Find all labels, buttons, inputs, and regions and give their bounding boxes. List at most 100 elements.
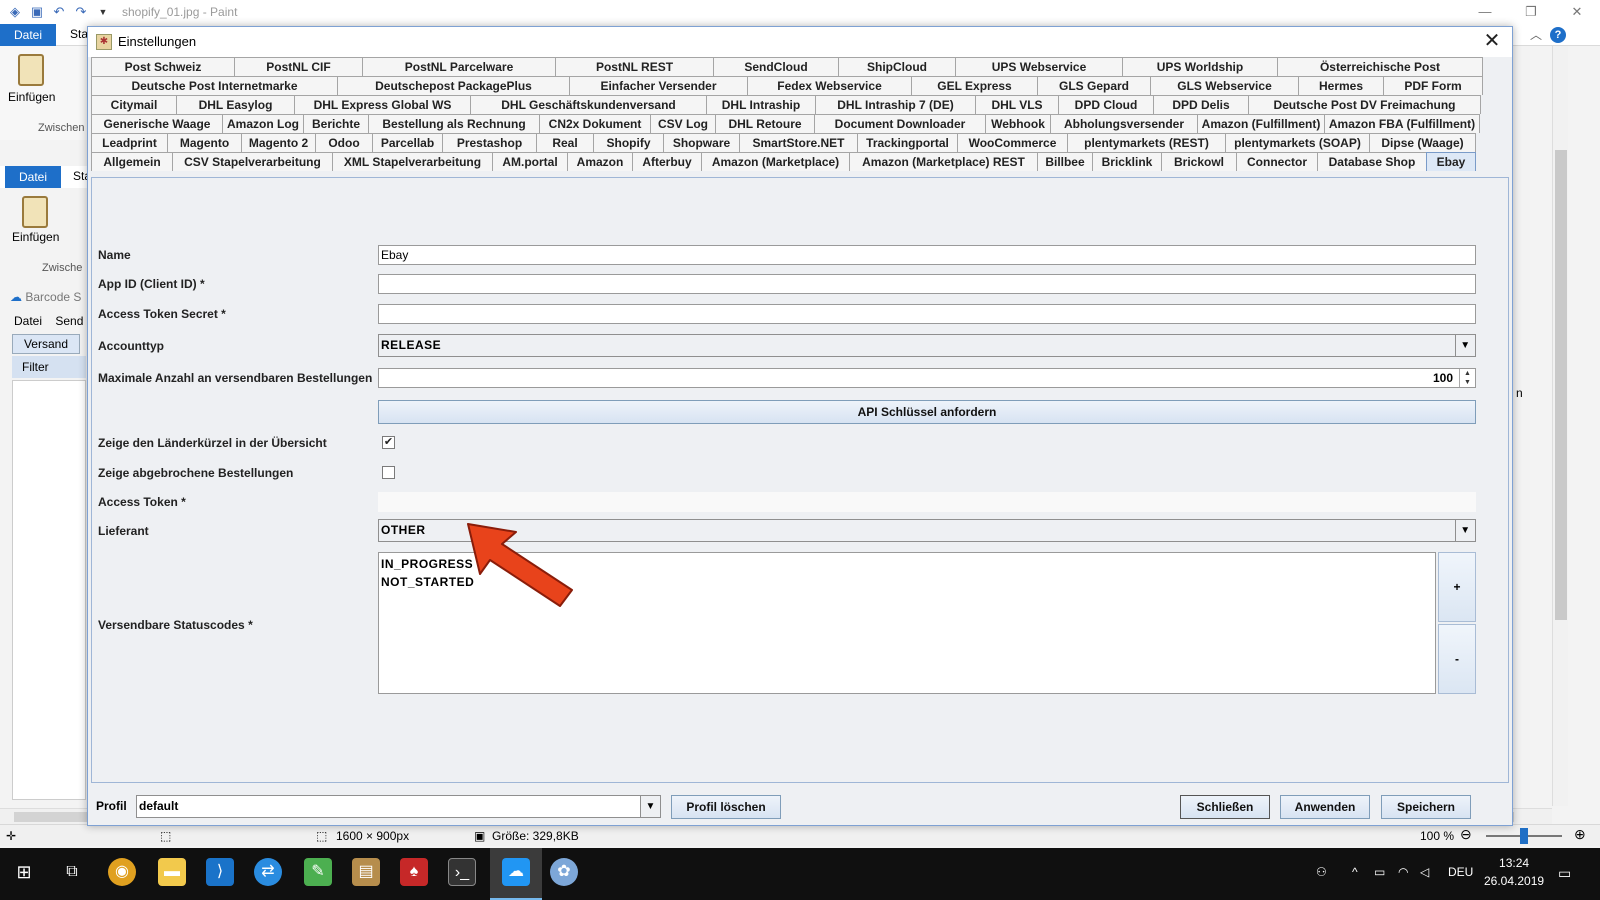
cancelled-orders-checkbox[interactable] [382, 466, 395, 479]
app-id-field[interactable] [378, 274, 1476, 294]
tab-österreichische-post[interactable]: Österreichische Post [1277, 57, 1483, 76]
tab-dhl-retoure[interactable]: DHL Retoure [715, 114, 815, 133]
undo-icon[interactable]: ↶ [52, 5, 66, 19]
archive-icon[interactable]: ▤ [352, 858, 380, 886]
filter-bar[interactable]: Filter [12, 356, 86, 378]
access-token-secret-field[interactable] [378, 304, 1476, 324]
tab-bestellung-als-rechnung[interactable]: Bestellung als Rechnung [368, 114, 540, 133]
zoom-in-icon[interactable]: ⊕ [1574, 826, 1586, 843]
paste-label[interactable]: Einfügen [8, 90, 55, 104]
vertical-scroll-thumb[interactable] [1555, 150, 1567, 620]
tab-prestashop[interactable]: Prestashop [442, 133, 537, 152]
country-code-checkbox[interactable]: ✔ [382, 436, 395, 449]
menu-datei[interactable]: Datei [14, 314, 42, 328]
tab-gls-webservice[interactable]: GLS Webservice [1150, 76, 1299, 95]
chevron-down-icon[interactable]: ▼ [640, 796, 660, 817]
clipboard-icon[interactable] [18, 54, 44, 86]
remove-status-button[interactable]: - [1438, 624, 1476, 694]
paint2-datei-tab[interactable]: Datei [5, 166, 61, 188]
tab-citymail[interactable]: Citymail [91, 95, 177, 114]
file-explorer-icon[interactable]: ▬ [158, 858, 186, 886]
tab-am-portal[interactable]: AM.portal [492, 152, 568, 171]
tab-plentymarkets-rest[interactable]: plentymarkets (REST) [1067, 133, 1226, 152]
tab-postnl-parcelware[interactable]: PostNL Parcelware [362, 57, 556, 76]
tab-brickowl[interactable]: Brickowl [1161, 152, 1237, 171]
tab-ups-webservice[interactable]: UPS Webservice [955, 57, 1123, 76]
clock[interactable]: 13:24 26.04.2019 [1484, 854, 1544, 890]
tab-post-schweiz[interactable]: Post Schweiz [91, 57, 235, 76]
paste2-label[interactable]: Einfügen [12, 230, 59, 244]
close-window-icon[interactable]: ✕ [1554, 0, 1600, 24]
accounttyp-select[interactable]: RELEASE ▼ [378, 334, 1476, 357]
tab-database-shop[interactable]: Database Shop [1317, 152, 1427, 171]
tab-berichte[interactable]: Berichte [303, 114, 369, 133]
help-icon[interactable]: ? [1550, 27, 1566, 43]
tab-amazon-marketplace[interactable]: Amazon (Marketplace) [701, 152, 850, 171]
tab-pdf-form[interactable]: PDF Form [1383, 76, 1483, 95]
terminal-icon[interactable]: ›_ [448, 858, 476, 886]
api-key-request-button[interactable]: API Schlüssel anfordern [378, 400, 1476, 424]
tab-bricklink[interactable]: Bricklink [1092, 152, 1162, 171]
tab-webhook[interactable]: Webhook [985, 114, 1051, 133]
tab-amazon-marketplace-rest[interactable]: Amazon (Marketplace) REST [849, 152, 1038, 171]
tab-dhl-geschäftskundenversand[interactable]: DHL Geschäftskundenversand [470, 95, 707, 114]
barcode-app-taskbar-icon[interactable]: ☁ [502, 858, 530, 886]
tab-generische-waage[interactable]: Generische Waage [91, 114, 223, 133]
paint-datei-tab[interactable]: Datei [0, 24, 56, 46]
tab-ups-worldship[interactable]: UPS Worldship [1122, 57, 1278, 76]
wifi-icon[interactable]: ◠ [1398, 865, 1408, 879]
task-view-icon[interactable]: ⧉ [58, 858, 86, 886]
chevron-down-icon[interactable]: ▼ [1455, 520, 1475, 541]
tab-deutsche-post-internetmarke[interactable]: Deutsche Post Internetmarke [91, 76, 338, 95]
tab-dhl-express-global-ws[interactable]: DHL Express Global WS [294, 95, 471, 114]
tab-einfacher-versender[interactable]: Einfacher Versender [569, 76, 748, 95]
save-icon[interactable]: ▣ [30, 5, 44, 19]
tab-dpd-cloud[interactable]: DPD Cloud [1058, 95, 1154, 114]
paint-start-tab[interactable]: Sta [70, 27, 88, 41]
tab-real[interactable]: Real [536, 133, 594, 152]
tab-plentymarkets-soap[interactable]: plentymarkets (SOAP) [1225, 133, 1370, 152]
tab-shipcloud[interactable]: ShipCloud [838, 57, 956, 76]
chrome-icon[interactable]: ◉ [108, 858, 136, 886]
tab-csv-stapelverarbeitung[interactable]: CSV Stapelverarbeitung [172, 152, 333, 171]
spinner-arrows-icon[interactable]: ▲ ▼ [1459, 369, 1475, 387]
max-orders-spinner[interactable]: 100 ▲ ▼ [378, 368, 1476, 388]
tab-billbee[interactable]: Billbee [1037, 152, 1093, 171]
access-token-field[interactable] [378, 492, 1476, 512]
tab-leadprint[interactable]: Leadprint [91, 133, 168, 152]
tab-deutsche-post-dv-freimachung[interactable]: Deutsche Post DV Freimachung [1248, 95, 1481, 114]
tab-dhl-intraship[interactable]: DHL Intraship [706, 95, 816, 114]
apply-button[interactable]: Anwenden [1280, 795, 1370, 819]
zoom-out-icon[interactable]: ⊖ [1460, 826, 1472, 843]
tab-versand[interactable]: Versand [12, 334, 80, 354]
tab-shopware[interactable]: Shopware [663, 133, 740, 152]
tab-dpd-delis[interactable]: DPD Delis [1153, 95, 1249, 114]
tab-dhl-intraship-7-de[interactable]: DHL Intraship 7 (DE) [815, 95, 976, 114]
tab-dhl-vls[interactable]: DHL VLS [975, 95, 1059, 114]
tab-allgemein[interactable]: Allgemein [91, 152, 173, 171]
tab-dipse-waage[interactable]: Dipse (Waage) [1369, 133, 1476, 152]
delete-profile-button[interactable]: Profil löschen [671, 795, 781, 819]
tab-amazon-log[interactable]: Amazon Log [222, 114, 304, 133]
tab-deutschepost-packageplus[interactable]: Deutschepost PackagePlus [337, 76, 570, 95]
battery-icon[interactable]: ▭ [1374, 865, 1385, 879]
tab-amazon-fba-fulfillment[interactable]: Amazon FBA (Fulfillment) [1324, 114, 1480, 133]
tab-odoo[interactable]: Odoo [315, 133, 373, 152]
vscode-icon[interactable]: ⟩ [206, 858, 234, 886]
tab-connector[interactable]: Connector [1236, 152, 1318, 171]
tab-document-downloader[interactable]: Document Downloader [814, 114, 986, 133]
tab-cn2x-dokument[interactable]: CN2x Dokument [539, 114, 651, 133]
tab-abholungsversender[interactable]: Abholungsversender [1050, 114, 1198, 133]
tab-postnl-cif[interactable]: PostNL CIF [234, 57, 363, 76]
tab-xml-stapelverarbeitung[interactable]: XML Stapelverarbeitung [332, 152, 493, 171]
tab-amazon-fulfillment[interactable]: Amazon (Fulfillment) [1197, 114, 1325, 133]
tab-smartstore-net[interactable]: SmartStore.NET [739, 133, 858, 152]
redo-icon[interactable]: ↷ [74, 5, 88, 19]
tab-csv-log[interactable]: CSV Log [650, 114, 716, 133]
tray-chevron-icon[interactable]: ^ [1352, 865, 1358, 879]
tab-dhl-easylog[interactable]: DHL Easylog [176, 95, 295, 114]
people-icon[interactable]: ⚇ [1316, 865, 1327, 879]
name-field[interactable]: Ebay [378, 245, 1476, 265]
tab-fedex-webservice[interactable]: Fedex Webservice [747, 76, 912, 95]
tab-magento-2[interactable]: Magento 2 [241, 133, 316, 152]
